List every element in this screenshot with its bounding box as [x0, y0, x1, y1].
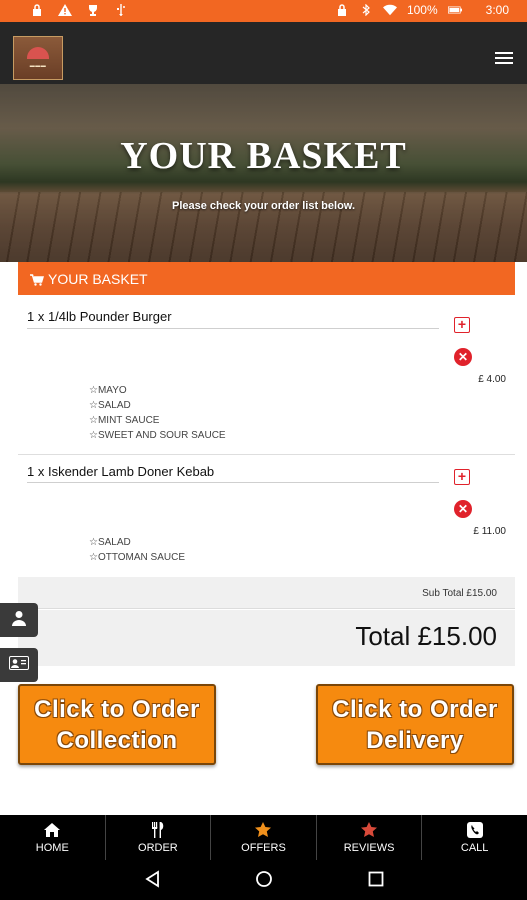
- hero-banner: YOUR BASKET Please check your order list…: [0, 84, 527, 262]
- status-bar: 100% 3:00: [0, 0, 527, 22]
- nav-order[interactable]: ORDER: [106, 815, 212, 860]
- button-line: Click to Order: [332, 695, 498, 723]
- system-nav-bar: [0, 860, 527, 900]
- bluetooth-icon: [359, 3, 373, 17]
- item-price: £ 11.00: [473, 526, 506, 537]
- nav-label: REVIEWS: [343, 841, 395, 854]
- battery-icon: [447, 3, 462, 17]
- back-icon[interactable]: [144, 870, 160, 893]
- lock-icon: [30, 3, 44, 17]
- cutlery-icon: [151, 821, 165, 838]
- app-header: ▬▬▬: [0, 22, 527, 84]
- bottom-nav: HOME ORDER OFFERS REVIEWS CALL: [0, 815, 527, 860]
- option: ☆MAYO: [89, 385, 127, 396]
- nav-label: ORDER: [138, 841, 178, 854]
- nav-label: CALL: [460, 841, 489, 854]
- page-title: YOUR BASKET: [120, 135, 407, 177]
- home-icon: [44, 822, 61, 838]
- order-collection-button[interactable]: Click to Order Collection: [18, 684, 216, 765]
- trophy-icon: [86, 3, 100, 17]
- logo-lettering: ▬▬▬: [29, 63, 47, 69]
- nav-label: OFFERS: [241, 841, 286, 854]
- battery-percent: 100%: [406, 3, 438, 17]
- hamburger-menu-icon[interactable]: [495, 52, 513, 64]
- usb-icon: [114, 3, 128, 17]
- basket-item: 1 x 1/4lb Pounder Burger + ✕ £ 4.00 ☆MAY…: [18, 295, 515, 455]
- account-tab[interactable]: [0, 603, 38, 637]
- cart-icon: [30, 273, 45, 286]
- remove-item-icon[interactable]: ✕: [454, 500, 472, 518]
- option: ☆SWEET AND SOUR SAUCE: [89, 430, 226, 441]
- item-options: ☆SALAD ☆OTTOMAN SAUCE: [89, 535, 185, 565]
- restaurant-logo[interactable]: ▬▬▬: [13, 36, 63, 80]
- home-button-icon[interactable]: [255, 870, 273, 893]
- subtotal-row: Sub Total £15.00: [18, 577, 515, 609]
- star-icon: [255, 821, 272, 838]
- nav-home[interactable]: HOME: [0, 815, 106, 860]
- option: ☆SALAD: [89, 537, 131, 548]
- total-row: Total £15.00: [18, 610, 515, 666]
- user-icon: [12, 610, 26, 631]
- basket-item: 1 x Iskender Lamb Doner Kebab + ✕ £ 11.0…: [18, 455, 515, 577]
- option: ☆SALAD: [89, 400, 131, 411]
- item-price: £ 4.00: [478, 374, 506, 385]
- star-icon: [361, 821, 378, 838]
- page-subtitle: Please check your order list below.: [172, 200, 355, 212]
- basket-header-label: YOUR BASKET: [48, 270, 148, 287]
- contact-card-icon: [9, 655, 29, 675]
- basket-header: YOUR BASKET: [18, 262, 515, 295]
- item-options: ☆MAYO ☆SALAD ☆MINT SAUCE ☆SWEET AND SOUR…: [89, 383, 226, 443]
- add-quantity-icon[interactable]: +: [454, 317, 470, 333]
- logo-emblem-icon: [27, 47, 49, 59]
- option: ☆OTTOMAN SAUCE: [89, 552, 186, 563]
- subtotal-value: Sub Total £15.00: [422, 588, 497, 599]
- button-line: Click to Order: [34, 695, 200, 723]
- wifi-icon: [382, 3, 397, 17]
- nav-call[interactable]: CALL: [422, 815, 527, 860]
- remove-item-icon[interactable]: ✕: [454, 348, 472, 366]
- clock: 3:00: [485, 3, 509, 17]
- nav-label: HOME: [35, 841, 69, 854]
- nav-offers[interactable]: OFFERS: [211, 815, 317, 860]
- phone-icon: [466, 821, 483, 838]
- nav-reviews[interactable]: REVIEWS: [317, 815, 423, 860]
- button-line: Delivery: [366, 726, 464, 754]
- item-name: 1 x 1/4lb Pounder Burger: [27, 309, 172, 324]
- lock-icon: [335, 3, 349, 17]
- item-name: 1 x Iskender Lamb Doner Kebab: [27, 464, 215, 479]
- recent-apps-icon[interactable]: [368, 871, 384, 892]
- contact-card-tab[interactable]: [0, 648, 38, 682]
- button-line: Collection: [56, 726, 178, 754]
- total-value: Total £15.00: [355, 621, 497, 651]
- add-quantity-icon[interactable]: +: [454, 469, 470, 485]
- warning-icon: [58, 3, 72, 17]
- option: ☆MINT SAUCE: [89, 415, 160, 426]
- order-delivery-button[interactable]: Click to Order Delivery: [316, 684, 514, 765]
